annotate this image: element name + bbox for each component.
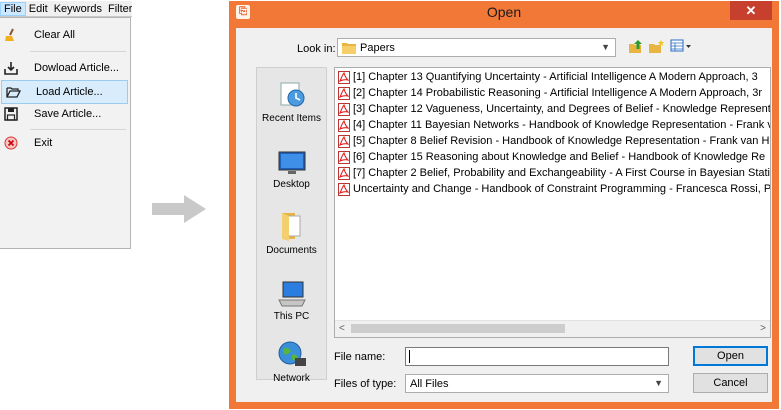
pdf-file-icon [338, 70, 350, 84]
floppy-disk-icon [0, 107, 22, 121]
file-name: [3] Chapter 12 Vagueness, Uncertainty, a… [353, 103, 771, 115]
file-name-label: File name: [334, 351, 386, 363]
file-name: [2] Chapter 14 Probabilistic Reasoning -… [353, 87, 763, 99]
dialog-titlebar[interactable]: ⎘ Open ✕ [229, 1, 779, 25]
desktop-icon [278, 151, 305, 174]
text-caret [409, 350, 410, 363]
menu-item-label: Exit [34, 137, 53, 149]
menu-item-label: Clear All [34, 29, 75, 41]
pdf-file-icon [338, 166, 350, 180]
close-button[interactable]: ✕ [730, 1, 772, 20]
place-desktop[interactable]: Desktop [257, 142, 326, 190]
menu-item-download-article[interactable]: Dowload Article... [0, 57, 130, 79]
menu-item-label: Save Article... [34, 108, 102, 120]
look-in-value: Papers [360, 41, 395, 54]
file-name: [6] Chapter 15 Reasoning about Knowledge… [353, 151, 766, 163]
files-of-type-label: Files of type: [334, 378, 397, 390]
place-label: This PC [273, 311, 310, 322]
file-item[interactable]: [1] Chapter 13 Quantifying Uncertainty -… [338, 69, 758, 85]
right-arrow-icon [152, 195, 206, 223]
recent-items-icon [280, 82, 304, 107]
pdf-file-icon [338, 86, 350, 100]
place-this-pc[interactable]: This PC [257, 274, 326, 322]
menu-separator [30, 51, 126, 52]
dialog-body: Look in: Papers ▼ Recent Items Desktop D… [236, 28, 772, 402]
menu-item-exit[interactable]: Exit [0, 132, 130, 154]
file-name: [4] Chapter 11 Bayesian Networks - Handb… [353, 119, 771, 131]
pdf-file-icon [338, 134, 350, 148]
this-pc-icon [277, 281, 306, 307]
network-globe-icon [278, 341, 306, 366]
chevron-down-icon: ▼ [601, 42, 610, 52]
up-folder-icon[interactable] [628, 39, 644, 55]
place-label: Network [273, 373, 310, 384]
file-name: [1] Chapter 13 Quantifying Uncertainty -… [353, 71, 758, 83]
open-dialog: ⎘ Open ✕ Look in: Papers ▼ Recent Items … [229, 1, 779, 409]
file-menu-dropdown: Clear All Dowload Article... Load Articl… [0, 17, 131, 249]
scroll-left-icon[interactable]: < [339, 323, 345, 334]
menu-bar: File Edit Keywords Filter [0, 1, 132, 17]
pdf-file-icon [338, 118, 350, 132]
menu-separator [30, 129, 126, 130]
look-in-dropdown[interactable]: Papers ▼ [337, 38, 616, 57]
place-recent-items[interactable]: Recent Items [257, 76, 326, 124]
place-label: Desktop [273, 179, 310, 190]
menu-item-save-article[interactable]: Save Article... [0, 103, 130, 125]
file-name: Uncertainty and Change - Handbook of Con… [353, 183, 771, 195]
pdf-file-icon [338, 150, 350, 164]
menu-filter[interactable]: Filter [105, 2, 132, 16]
view-menu-icon[interactable] [670, 39, 692, 53]
file-item[interactable]: [4] Chapter 11 Bayesian Networks - Handb… [338, 117, 771, 133]
place-label: Documents [266, 245, 317, 256]
scroll-right-icon[interactable]: > [760, 323, 766, 334]
cancel-button[interactable]: Cancel [693, 373, 768, 393]
file-name: [7] Chapter 2 Belief, Probability and Ex… [353, 167, 771, 179]
menu-item-clear-all[interactable]: Clear All [0, 24, 130, 46]
look-in-label: Look in: [297, 43, 336, 55]
chevron-down-icon: ▼ [654, 378, 663, 388]
file-name-input[interactable] [405, 347, 669, 366]
place-documents[interactable]: Documents [257, 208, 326, 256]
file-item[interactable]: [6] Chapter 15 Reasoning about Knowledge… [338, 149, 765, 165]
files-of-type-dropdown[interactable]: All Files ▼ [405, 374, 669, 393]
folder-icon [342, 42, 356, 54]
places-bar: Recent Items Desktop Documents This PC N… [256, 67, 327, 384]
pdf-file-icon [338, 102, 350, 116]
file-name: [5] Chapter 8 Belief Revision - Handbook… [353, 135, 770, 147]
open-button[interactable]: Open [693, 346, 768, 366]
file-item[interactable]: Uncertainty and Change - Handbook of Con… [338, 181, 771, 197]
menu-item-load-article[interactable]: Load Article... [1, 80, 128, 104]
menu-item-label: Load Article... [36, 86, 103, 98]
documents-icon [281, 213, 300, 241]
dialog-title: Open [486, 4, 522, 20]
menu-keywords[interactable]: Keywords [51, 2, 105, 16]
menu-item-label: Dowload Article... [34, 62, 119, 74]
download-icon [0, 61, 22, 75]
pdf-file-icon [338, 182, 350, 196]
new-folder-icon[interactable] [648, 39, 665, 55]
file-item[interactable]: [5] Chapter 8 Belief Revision - Handbook… [338, 133, 769, 149]
file-item[interactable]: [7] Chapter 2 Belief, Probability and Ex… [338, 165, 771, 181]
file-list[interactable]: [1] Chapter 13 Quantifying Uncertainty -… [334, 67, 771, 338]
file-item[interactable]: [3] Chapter 12 Vagueness, Uncertainty, a… [338, 101, 771, 117]
horizontal-scrollbar[interactable]: < > [335, 320, 770, 337]
file-item[interactable]: [2] Chapter 14 Probabilistic Reasoning -… [338, 85, 762, 101]
open-folder-icon [2, 85, 24, 99]
exit-icon [0, 136, 22, 150]
menu-file[interactable]: File [0, 1, 26, 16]
place-label: Recent Items [262, 113, 321, 124]
scrollbar-thumb[interactable] [351, 324, 565, 333]
menu-edit[interactable]: Edit [26, 2, 51, 16]
broom-icon [0, 28, 22, 42]
place-network[interactable]: Network [257, 336, 326, 384]
files-of-type-value: All Files [410, 378, 449, 390]
